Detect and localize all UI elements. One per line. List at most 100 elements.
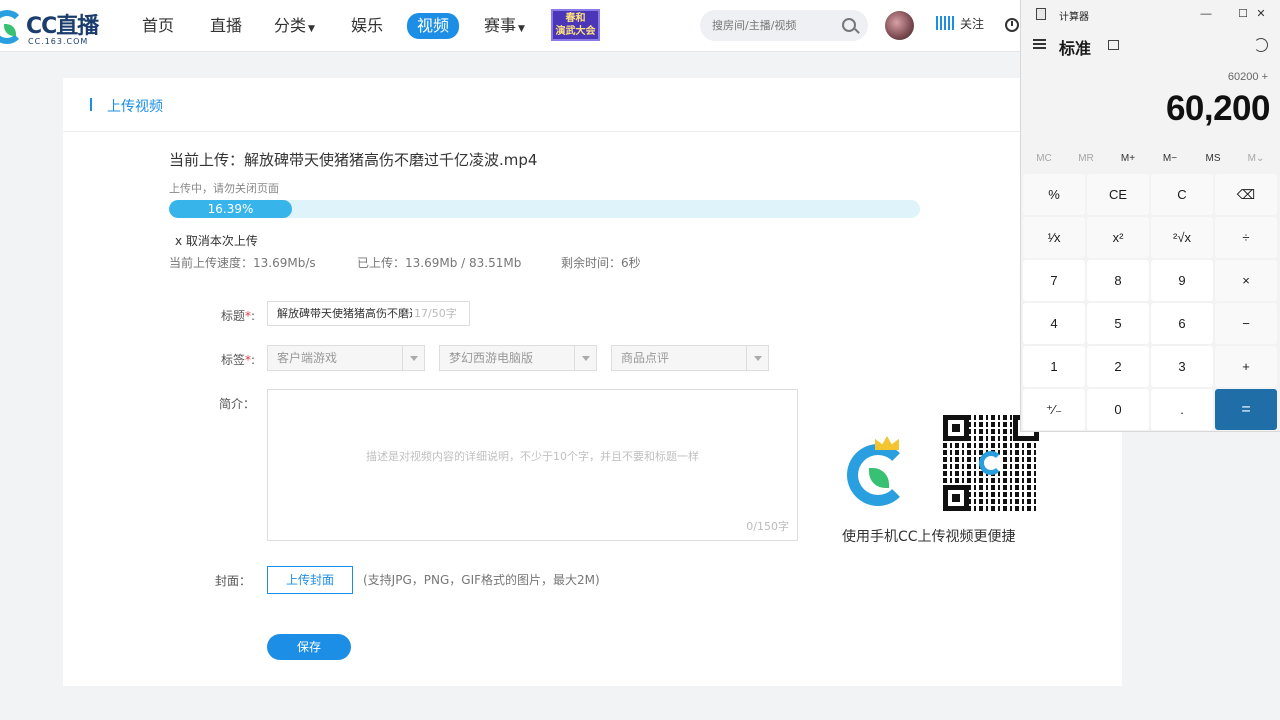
- remaining-time: 剩余时间：6秒: [561, 256, 641, 270]
- decimal-key[interactable]: .: [1151, 389, 1213, 430]
- title-char-count: 17/50字: [412, 302, 457, 325]
- memory-add-button[interactable]: M+: [1107, 150, 1149, 168]
- calculator-titlebar[interactable]: 计算器 — ☐ ✕: [1021, 0, 1280, 28]
- uploaded-size: 已上传：13.69Mb / 83.51Mb: [357, 256, 522, 270]
- calculator-display: 60,200: [1165, 89, 1271, 128]
- chevron-down-icon: [746, 346, 768, 370]
- event-badge-line1: 春和: [565, 13, 586, 24]
- memory-subtract-button[interactable]: M−: [1149, 150, 1191, 168]
- nav-category[interactable]: 分类 ▼: [274, 14, 315, 38]
- title-input-value: 解放碑带天使猪猪高伤不磨过: [277, 307, 420, 320]
- memory-store-button[interactable]: MS: [1192, 150, 1234, 168]
- logo-subtext: CC.163.COM: [28, 37, 89, 46]
- upload-speed: 当前上传速度：13.69Mb/s: [169, 256, 316, 270]
- digit-3-key[interactable]: 3: [1151, 346, 1213, 387]
- multiply-key[interactable]: ×: [1215, 260, 1277, 301]
- current-upload-filename: 解放碑带天使猪猪高伤不磨过千亿凌波.mp4: [244, 151, 538, 169]
- digit-2-key[interactable]: 2: [1087, 346, 1149, 387]
- add-key[interactable]: +: [1215, 346, 1277, 387]
- search-icon[interactable]: [842, 18, 856, 32]
- clear-entry-key[interactable]: CE: [1087, 174, 1149, 215]
- square-key[interactable]: x²: [1087, 217, 1149, 258]
- follow-label: 关注: [960, 17, 985, 31]
- digit-5-key[interactable]: 5: [1087, 303, 1149, 344]
- qr-finder: [943, 415, 969, 441]
- uploading-tip: 上传中，请勿关闭页面: [169, 182, 279, 195]
- history-clock-icon[interactable]: [1005, 18, 1019, 32]
- follow-button[interactable]: 关注: [936, 15, 984, 32]
- intro-label: 简介：: [218, 397, 255, 411]
- memory-row: MC MR M+ M− MS M⌄: [1021, 150, 1280, 168]
- backspace-key[interactable]: ⌫: [1215, 174, 1277, 215]
- search-input[interactable]: [712, 17, 838, 34]
- tags-label: 标签*:: [220, 353, 255, 367]
- title-input[interactable]: 解放碑带天使猪猪高伤不磨过 17/50字: [267, 301, 470, 326]
- memory-recall-button[interactable]: MR: [1065, 150, 1107, 168]
- crown-icon: [875, 436, 899, 450]
- tag-select-1[interactable]: 客户端游戏: [267, 345, 425, 371]
- nav-video[interactable]: 视频: [407, 13, 460, 39]
- current-upload-label: 当前上传：: [169, 151, 245, 169]
- follow-bars-icon: [936, 16, 956, 30]
- tag-select-1-value: 客户端游戏: [277, 351, 338, 365]
- avatar[interactable]: [885, 11, 914, 40]
- hamburger-menu-icon[interactable]: [1033, 39, 1046, 49]
- close-button[interactable]: ✕: [1248, 4, 1274, 24]
- logo-text: CC直播: [26, 14, 99, 39]
- required-mark: *: [244, 309, 251, 323]
- square-root-key[interactable]: ²√x: [1151, 217, 1213, 258]
- upload-progress-fill: 16.39%: [169, 200, 293, 218]
- digit-1-key[interactable]: 1: [1023, 346, 1085, 387]
- title-label-text: 标题: [220, 309, 245, 323]
- digit-8-key[interactable]: 8: [1087, 260, 1149, 301]
- chevron-down-icon: ▼: [518, 24, 525, 34]
- memory-list-button[interactable]: M⌄: [1235, 150, 1277, 168]
- panel-header: 上传视频: [63, 78, 1122, 132]
- tag-select-2-value: 梦幻西游电脑版: [449, 351, 534, 365]
- cancel-upload-button[interactable]: x 取消本次上传: [175, 232, 258, 249]
- reciprocal-key[interactable]: ¹⁄x: [1023, 217, 1085, 258]
- page-title: 上传视频: [107, 99, 163, 115]
- subtract-key[interactable]: −: [1215, 303, 1277, 344]
- calculator-title: 计算器: [1059, 12, 1089, 23]
- nav-esports-label: 赛事: [484, 16, 517, 35]
- current-upload: 当前上传：解放碑带天使猪猪高伤不磨过千亿凌波.mp4: [169, 149, 537, 170]
- search-box: [700, 10, 868, 41]
- upload-cover-button[interactable]: 上传封面: [267, 566, 353, 594]
- header-accent-bar: [90, 98, 92, 111]
- cc-logo[interactable]: CC直播 CC.163.COM: [0, 4, 110, 48]
- tag-select-2[interactable]: 梦幻西游电脑版: [439, 345, 597, 371]
- digit-9-key[interactable]: 9: [1151, 260, 1213, 301]
- negate-key[interactable]: ⁺⁄₋: [1023, 389, 1085, 430]
- upload-progress-bar: 16.39%: [169, 200, 920, 218]
- chevron-down-icon: [402, 346, 424, 370]
- nav-live[interactable]: 直播: [210, 14, 242, 38]
- clear-key[interactable]: C: [1151, 174, 1213, 215]
- tag-select-3-value: 商品点评: [621, 351, 670, 365]
- digit-4-key[interactable]: 4: [1023, 303, 1085, 344]
- memory-clear-button[interactable]: MC: [1023, 150, 1065, 168]
- divide-key[interactable]: ÷: [1215, 217, 1277, 258]
- upload-panel: 上传视频 当前上传：解放碑带天使猪猪高伤不磨过千亿凌波.mp4 上传中，请勿关闭…: [63, 78, 1122, 686]
- history-icon[interactable]: [1254, 38, 1268, 52]
- digit-6-key[interactable]: 6: [1151, 303, 1213, 344]
- mobile-upload-tip: 使用手机CC上传视频更便捷: [842, 529, 1016, 545]
- cover-label: 封面：: [214, 574, 251, 588]
- nav-entertainment[interactable]: 娱乐: [351, 14, 383, 38]
- intro-textarea[interactable]: 描述是对视频内容的详细说明，不少于10个字，并且不要和标题一样 0/150字: [267, 389, 798, 541]
- nav-home[interactable]: 首页: [142, 14, 174, 38]
- keep-on-top-icon[interactable]: [1108, 40, 1119, 50]
- percent-key[interactable]: %: [1023, 174, 1085, 215]
- calculator-window: 计算器 — ☐ ✕ 标准 60200 + 60,200 MC MR M+ M− …: [1020, 0, 1280, 432]
- equals-key[interactable]: =: [1215, 389, 1277, 430]
- event-badge[interactable]: 春和 演武大会: [551, 9, 600, 41]
- calculator-mode: 标准: [1059, 41, 1092, 58]
- save-button[interactable]: 保存: [267, 634, 351, 660]
- digit-0-key[interactable]: 0: [1087, 389, 1149, 430]
- digit-7-key[interactable]: 7: [1023, 260, 1085, 301]
- calculator-expression: 60200 +: [1227, 71, 1268, 83]
- nav-esports[interactable]: 赛事 ▼: [484, 14, 525, 38]
- tags-label-text: 标签: [220, 353, 245, 367]
- tag-select-3[interactable]: 商品点评: [611, 345, 769, 371]
- minimize-button[interactable]: —: [1193, 4, 1219, 24]
